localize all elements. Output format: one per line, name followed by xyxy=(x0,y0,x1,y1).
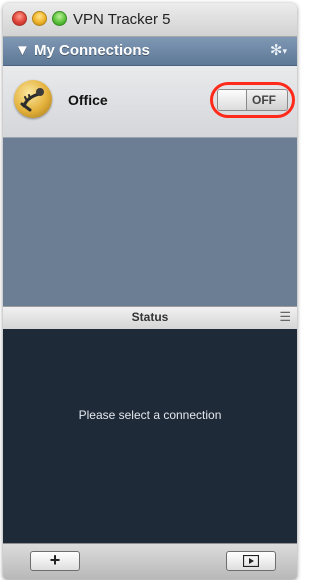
toggle-state-label: OFF xyxy=(252,93,276,107)
connection-avatar-icon xyxy=(14,80,52,118)
connection-toggle[interactable]: OFF xyxy=(217,89,288,111)
play-icon xyxy=(243,555,259,567)
connection-row-office[interactable]: Office OFF xyxy=(3,66,297,138)
play-button[interactable] xyxy=(226,551,276,571)
minimize-window-button[interactable] xyxy=(32,11,47,26)
my-connections-header[interactable]: ▼ My Connections ✻▾ xyxy=(3,37,297,66)
add-connection-button[interactable]: + xyxy=(30,551,80,571)
close-window-button[interactable] xyxy=(12,11,27,26)
connections-list-empty-area[interactable] xyxy=(3,138,297,306)
bottom-toolbar: + xyxy=(3,543,297,579)
window-title: VPN Tracker 5 xyxy=(73,11,171,28)
status-message: Please select a connection xyxy=(78,408,222,422)
add-icon: + xyxy=(49,550,61,570)
toggle-knob[interactable] xyxy=(218,90,247,110)
section-title: ▼ My Connections xyxy=(15,42,150,59)
zoom-window-button[interactable] xyxy=(52,11,67,26)
status-title: Status xyxy=(131,310,169,324)
connection-name: Office xyxy=(68,92,108,108)
gear-icon[interactable]: ✻▾ xyxy=(270,41,287,59)
status-header: Status ☰ xyxy=(3,306,297,330)
menu-icon[interactable]: ☰ xyxy=(279,309,291,325)
vpn-tracker-window: VPN Tracker 5 ▼ My Connections ✻▾ Office… xyxy=(3,3,297,579)
status-pane: Please select a connection xyxy=(3,329,297,543)
title-bar[interactable]: VPN Tracker 5 xyxy=(3,3,297,37)
